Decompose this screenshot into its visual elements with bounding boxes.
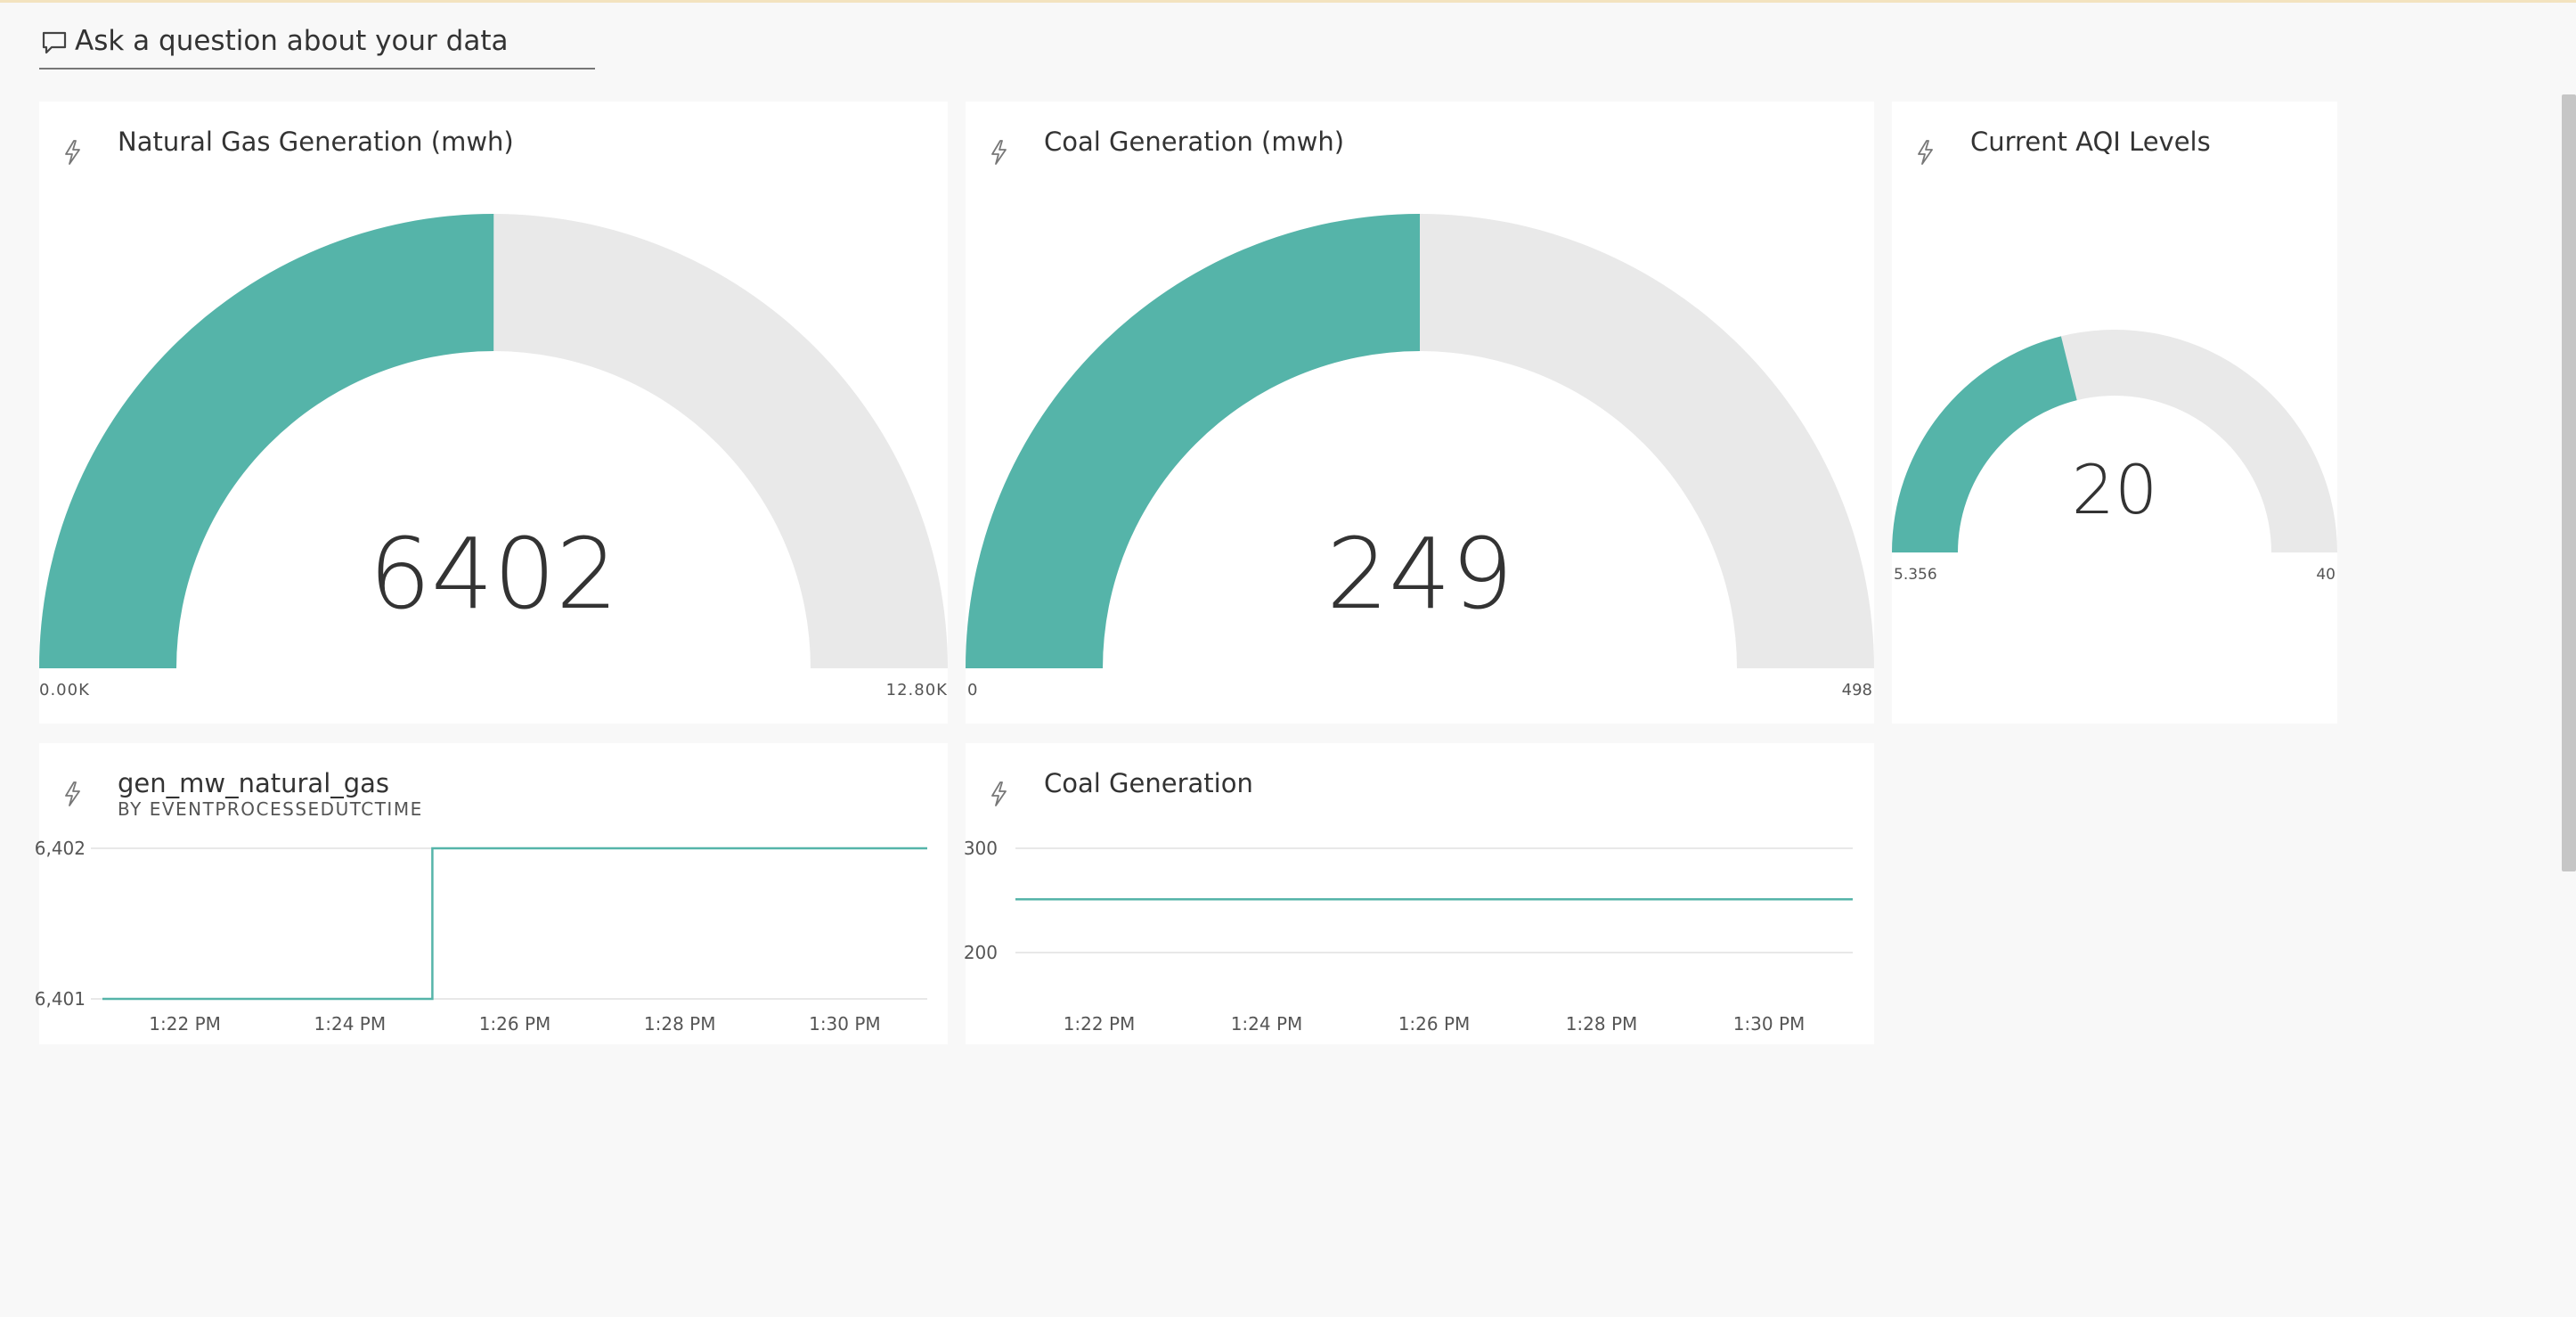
gauge-fill: [1892, 336, 2077, 552]
y-tick-label: 300: [964, 838, 998, 859]
x-tick-label: 1:24 PM: [314, 1013, 387, 1035]
qa-placeholder: Ask a question about your data: [75, 25, 509, 57]
gauge-aqi: 20 5.356 40: [1892, 330, 2337, 584]
gauge-max-label: 498: [1842, 681, 1872, 699]
x-tick-label: 1:28 PM: [644, 1013, 716, 1035]
chat-bubble-icon: [42, 31, 67, 54]
tile-gen-mw-natural-gas-chart[interactable]: gen_mw_natural_gas BY EVENTPROCESSEDUTCT…: [35, 743, 948, 1044]
gauge-coal: 249 0 498: [966, 214, 1874, 699]
x-tick-label: 1:30 PM: [809, 1013, 881, 1035]
tile-coal-generation-chart[interactable]: Coal Generation 300 200 1:22 PM 1:24 PM 1:26…: [964, 743, 1874, 1044]
line-chart-coal: 300 200 1:22 PM 1:24 PM 1:26 PM 1:28 PM 1:30 P…: [964, 838, 1853, 1035]
top-accent-line: [0, 0, 2576, 3]
gauge-value: 6402: [369, 517, 618, 631]
gauge-min-label: 5.356: [1894, 566, 1937, 584]
x-tick-label: 1:22 PM: [149, 1013, 221, 1035]
tile-coal-gauge[interactable]: Coal Generation (mwh) 249 0 498: [966, 102, 1874, 724]
series-line: [102, 847, 927, 1001]
gauge-max-label: 12.80K: [886, 681, 949, 699]
gauge-min-label: 0: [967, 681, 977, 699]
x-tick-label: 1:30 PM: [1733, 1013, 1806, 1035]
gauge-natural-gas: 6402 0.00K 12.80K: [39, 214, 949, 699]
x-tick-label: 1:22 PM: [1064, 1013, 1136, 1035]
gauge-max-label: 40: [2316, 566, 2336, 584]
x-tick-label: 1:26 PM: [479, 1013, 551, 1035]
tile-natural-gas-gauge[interactable]: Natural Gas Generation (mwh) 6402 0.00K …: [39, 102, 948, 724]
tile-aqi-gauge[interactable]: Current AQI Levels 20 5.356 40: [1892, 102, 2337, 724]
line-chart-natural-gas: 6,402 6,401 1:22 PM 1:24 PM 1:26 PM 1:28 PM 1:…: [35, 838, 927, 1035]
gauge-value: 20: [2072, 450, 2158, 529]
x-tick-label: 1:28 PM: [1566, 1013, 1638, 1035]
x-tick-label: 1:26 PM: [1398, 1013, 1471, 1035]
y-tick-label: 200: [964, 942, 998, 963]
gauge-min-label: 0.00K: [39, 681, 90, 699]
y-tick-label: 6,402: [35, 838, 86, 859]
vertical-scrollbar[interactable]: [2562, 94, 2576, 871]
gauge-value: 249: [1326, 517, 1513, 631]
y-tick-label: 6,401: [35, 988, 86, 1010]
x-tick-label: 1:24 PM: [1231, 1013, 1303, 1035]
qa-question-box[interactable]: Ask a question about your data: [39, 21, 595, 70]
